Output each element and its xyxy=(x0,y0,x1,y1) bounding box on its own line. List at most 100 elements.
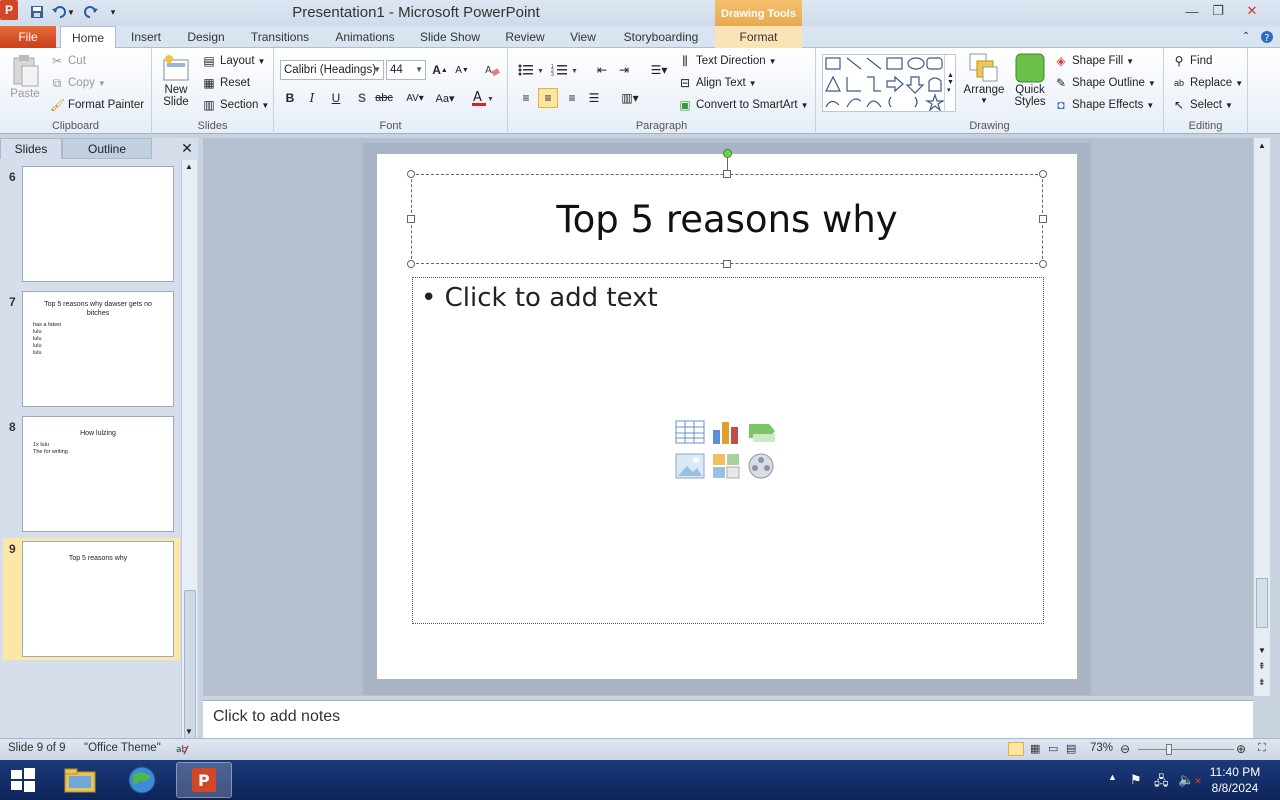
underline-icon[interactable]: U xyxy=(326,88,346,108)
shapes-gallery-scroll[interactable]: ▲ ▼ ▾ xyxy=(944,54,956,112)
align-center-icon[interactable]: ≡ xyxy=(538,88,558,108)
font-size-combo[interactable]: 44 ▼ xyxy=(386,60,426,80)
zoom-in-icon[interactable]: ⊕ xyxy=(1236,742,1246,756)
quick-styles-button[interactable]: Quick Styles xyxy=(1010,52,1050,108)
content-placeholder[interactable]: • Click to add text xyxy=(412,277,1044,624)
shape-fill-button[interactable]: ◈ Shape Fill ▼ xyxy=(1054,54,1134,68)
insert-picture-icon[interactable] xyxy=(675,452,705,480)
taskbar-powerpoint[interactable]: P xyxy=(176,762,232,798)
format-painter-button[interactable]: 🖌 Format Painter xyxy=(50,98,144,112)
spell-check-icon[interactable]: ab xyxy=(176,742,192,759)
bold-icon[interactable]: B xyxy=(280,88,300,108)
minimize-button[interactable]: — xyxy=(1178,1,1206,21)
decrease-indent-icon[interactable]: ⇤ xyxy=(592,60,612,80)
help-icon[interactable]: ? xyxy=(1258,26,1276,48)
pane-scroll-thumb[interactable] xyxy=(184,590,196,740)
select-button[interactable]: ↖ Select ▼ xyxy=(1172,98,1233,112)
fit-to-window-icon[interactable]: ⛶ xyxy=(1258,742,1266,755)
notes-pane[interactable]: Click to add notes xyxy=(203,700,1253,738)
tab-storyboarding[interactable]: Storyboarding xyxy=(616,26,706,48)
justify-icon[interactable]: ☰ xyxy=(584,88,604,108)
copy-button[interactable]: ⧉ Copy ▼ xyxy=(50,76,106,90)
align-left-icon[interactable]: ≡ xyxy=(516,88,536,108)
volume-muted-icon[interactable]: 🔈✕ xyxy=(1178,772,1202,788)
columns-icon[interactable]: ▥▾ xyxy=(616,88,644,108)
close-button[interactable]: ✕ xyxy=(1238,1,1266,21)
theme-name[interactable]: "Office Theme" xyxy=(84,742,161,754)
font-name-combo[interactable]: Calibri (Headings) ▼ xyxy=(280,60,384,80)
reading-view-icon[interactable]: ▭ xyxy=(1048,742,1058,755)
zoom-level[interactable]: 73% xyxy=(1090,742,1113,754)
insert-media-icon[interactable] xyxy=(747,452,777,480)
resize-handle-w[interactable] xyxy=(407,215,415,223)
system-clock[interactable]: 11:40 PM 8/8/2024 xyxy=(1200,764,1270,796)
network-icon[interactable]: 🖧 xyxy=(1154,772,1169,794)
layout-button[interactable]: ▤ Layout ▼ xyxy=(202,54,265,68)
slide-thumbnail-9[interactable]: 9 Top 5 reasons why xyxy=(3,538,180,660)
clear-formatting-icon[interactable]: A xyxy=(482,60,502,80)
slide-thumbnail-8[interactable]: 8 How lulzing 1x lulu The for writing xyxy=(0,416,180,536)
minimize-ribbon-icon[interactable]: ⌃ xyxy=(1238,26,1254,48)
resize-handle-nw[interactable] xyxy=(407,170,415,178)
resize-handle-se[interactable] xyxy=(1039,260,1047,268)
font-color-icon[interactable]: A ▼ xyxy=(470,88,496,108)
scroll-down-icon[interactable]: ▼ xyxy=(1258,646,1266,655)
tab-view[interactable]: View xyxy=(562,26,604,48)
text-shadow-icon[interactable]: S xyxy=(352,88,372,108)
tab-insert[interactable]: Insert xyxy=(122,26,170,48)
scroll-up-icon[interactable]: ▲ xyxy=(1258,141,1266,150)
rotation-handle[interactable] xyxy=(723,149,732,158)
tab-format[interactable]: Format xyxy=(715,26,802,48)
scroll-up-icon[interactable]: ▲ xyxy=(185,162,193,171)
slide-title[interactable]: Top 5 reasons why xyxy=(556,198,897,241)
character-spacing-icon[interactable]: AV▾ xyxy=(402,88,428,108)
slide-show-view-icon[interactable]: ▤ xyxy=(1066,742,1076,755)
resize-handle-e[interactable] xyxy=(1039,215,1047,223)
convert-smartart-button[interactable]: ▣ Convert to SmartArt ▼ xyxy=(678,98,808,112)
normal-view-icon[interactable] xyxy=(1008,742,1024,756)
change-case-icon[interactable]: Aa▾ xyxy=(432,88,458,108)
scroll-down-icon[interactable]: ▼ xyxy=(185,727,193,736)
find-button[interactable]: ⚲ Find xyxy=(1172,54,1213,68)
previous-slide-icon[interactable]: ⇞ xyxy=(1258,662,1266,671)
current-slide[interactable]: Top 5 reasons why • Click to add text xyxy=(377,149,1077,679)
insert-clipart-icon[interactable] xyxy=(711,452,741,480)
tab-home[interactable]: Home xyxy=(60,26,116,49)
align-text-button[interactable]: ⊟ Align Text ▼ xyxy=(678,76,757,90)
arrange-button[interactable]: Arrange ▼ xyxy=(962,52,1006,105)
shape-outline-button[interactable]: ✎ Shape Outline ▼ xyxy=(1054,76,1156,90)
resize-handle-ne[interactable] xyxy=(1039,170,1047,178)
action-center-flag-icon[interactable]: ⚑ xyxy=(1130,772,1142,788)
tab-file[interactable]: File xyxy=(0,26,56,48)
strikethrough-icon[interactable]: abc xyxy=(374,88,394,108)
line-spacing-icon[interactable]: ☰▾ xyxy=(646,60,672,80)
replace-button[interactable]: ab Replace ▼ xyxy=(1172,76,1243,90)
shrink-font-icon[interactable]: A ▼ xyxy=(452,60,472,80)
pane-scrollbar[interactable]: ▲ ▼ xyxy=(181,160,197,740)
tab-outline-pane[interactable]: Outline xyxy=(62,138,152,159)
start-button[interactable] xyxy=(0,762,46,798)
slide-scroll-thumb[interactable] xyxy=(1256,578,1268,628)
insert-chart-icon[interactable] xyxy=(711,418,741,446)
tab-slides-pane[interactable]: Slides xyxy=(0,138,62,159)
tab-transitions[interactable]: Transitions xyxy=(244,26,316,48)
tab-slide-show[interactable]: Slide Show xyxy=(414,26,486,48)
zoom-slider-thumb[interactable] xyxy=(1166,744,1172,755)
resize-handle-sw[interactable] xyxy=(407,260,415,268)
shape-effects-button[interactable]: ◘ Shape Effects ▼ xyxy=(1054,98,1154,112)
reset-button[interactable]: ▦ Reset xyxy=(202,76,250,90)
slide-thumbnail-7[interactable]: 7 Top 5 reasons why dawser gets no bitch… xyxy=(0,291,180,411)
tab-design[interactable]: Design xyxy=(180,26,232,48)
restore-button[interactable]: ❐ xyxy=(1204,1,1232,21)
resize-handle-n[interactable] xyxy=(723,170,731,178)
content-prompt[interactable]: • Click to add text xyxy=(421,283,658,313)
increase-indent-icon[interactable]: ⇥ xyxy=(614,60,634,80)
close-pane-icon[interactable]: ✕ xyxy=(178,138,196,159)
notes-placeholder[interactable]: Click to add notes xyxy=(213,708,340,726)
italic-icon[interactable]: I xyxy=(302,88,322,108)
insert-smartart-icon[interactable] xyxy=(747,418,777,446)
slide-sorter-view-icon[interactable]: ▦ xyxy=(1030,742,1040,755)
new-slide-button[interactable]: New Slide xyxy=(158,54,194,108)
text-direction-button[interactable]: ⫼ Text Direction ▼ xyxy=(678,54,776,68)
section-button[interactable]: ▥ Section ▼ xyxy=(202,98,269,112)
